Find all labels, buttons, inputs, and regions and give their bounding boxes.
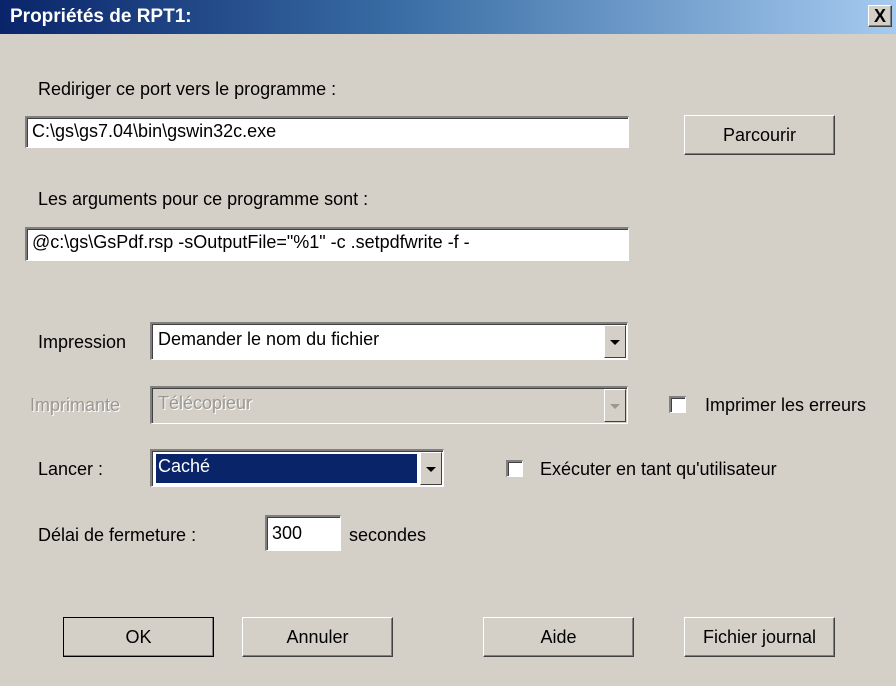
help-button[interactable]: Aide: [483, 617, 634, 657]
close-delay-label: Délai de fermeture :: [38, 525, 197, 545]
close-delay-input[interactable]: 300: [265, 515, 341, 551]
cancel-button[interactable]: Annuler: [242, 617, 393, 657]
chevron-down-icon: [426, 466, 436, 472]
cancel-button-label: Annuler: [286, 627, 349, 647]
imprimante-select[interactable]: Télécopieur: [150, 386, 628, 424]
chevron-down-icon: [610, 339, 620, 345]
redirect-label: Rediriger ce port vers le programme :: [38, 79, 337, 99]
chevron-down-icon: [610, 403, 620, 409]
print-errors-checkbox[interactable]: [669, 396, 686, 413]
log-file-button-label: Fichier journal: [702, 627, 817, 647]
help-button-label: Aide: [540, 627, 577, 647]
imprimante-dropdown-button[interactable]: [604, 389, 626, 422]
run-as-user-label[interactable]: Exécuter en tant qu'utilisateur: [540, 458, 777, 480]
browse-button-label: Parcourir: [722, 125, 797, 145]
close-button[interactable]: X: [868, 5, 892, 27]
title-bar[interactable]: Propriétés de RPT1: X: [0, 0, 896, 34]
impression-selected-value: Demander le nom du fichier: [158, 329, 380, 349]
run-as-user-checkbox[interactable]: [506, 460, 523, 477]
ok-button-label: OK: [125, 627, 152, 647]
ok-button[interactable]: OK: [63, 617, 214, 657]
properties-dialog: Propriétés de RPT1: X Rediriger ce port …: [0, 0, 896, 686]
log-file-button[interactable]: Fichier journal: [684, 617, 835, 657]
arguments-input[interactable]: @c:\gs\GsPdf.rsp -sOutputFile="%1" -c .s…: [25, 227, 629, 261]
impression-select[interactable]: Demander le nom du fichier: [150, 322, 628, 360]
lancer-label: Lancer :: [38, 459, 104, 479]
impression-dropdown-button[interactable]: [604, 325, 626, 358]
arguments-label: Les arguments pour ce programme sont :: [38, 189, 369, 209]
lancer-selected-value: Caché: [156, 454, 417, 483]
lancer-select[interactable]: Caché: [150, 449, 444, 487]
imprimante-selected-value: Télécopieur: [158, 393, 253, 413]
imprimante-label: Imprimante: [30, 395, 121, 415]
close-icon: X: [873, 6, 886, 26]
lancer-dropdown-button[interactable]: [420, 452, 442, 485]
print-errors-label[interactable]: Imprimer les erreurs: [705, 394, 866, 416]
browse-button[interactable]: Parcourir: [684, 115, 835, 155]
window-title: Propriétés de RPT1:: [10, 6, 192, 27]
impression-label: Impression: [38, 332, 127, 352]
program-path-input[interactable]: C:\gs\gs7.04\bin\gswin32c.exe: [25, 116, 629, 148]
close-delay-unit: secondes: [349, 525, 427, 545]
